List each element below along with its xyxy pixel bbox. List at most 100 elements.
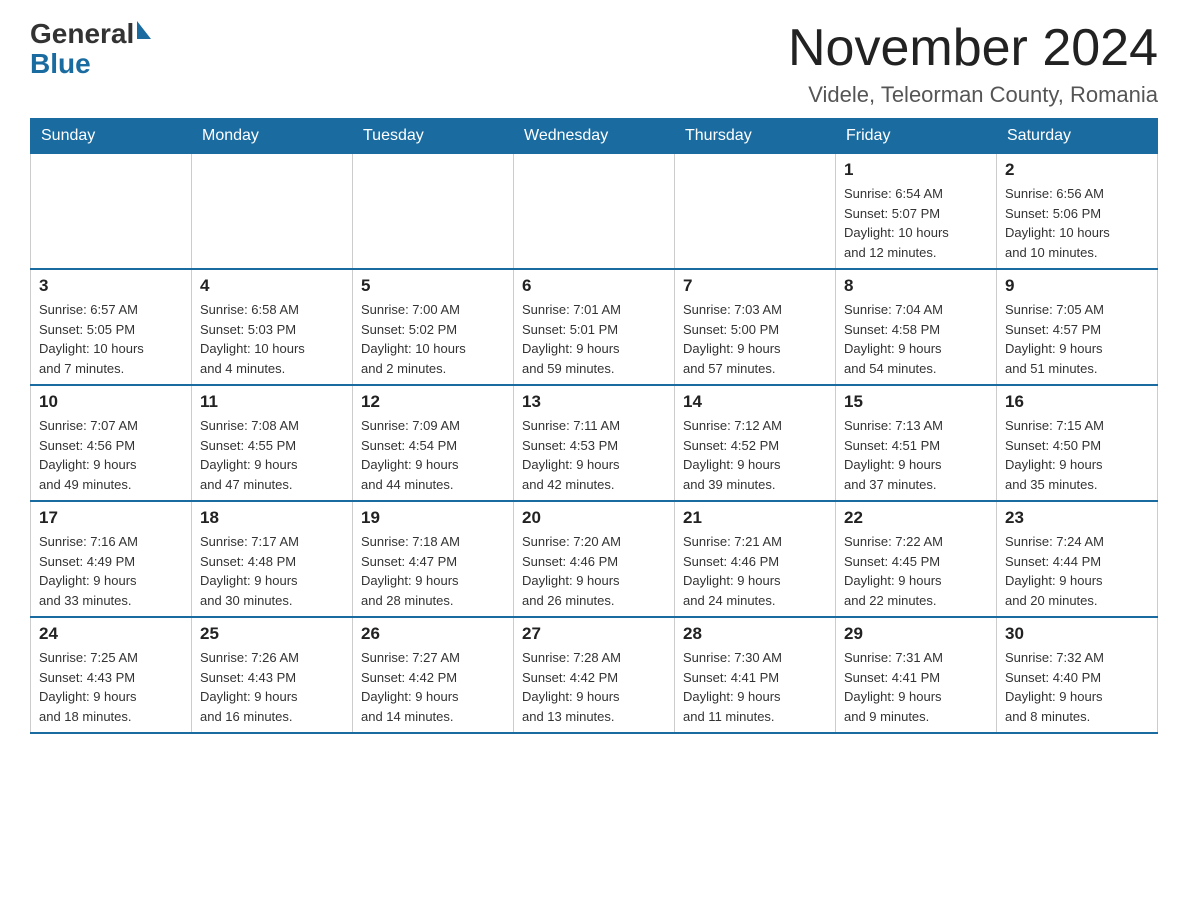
- calendar-cell: 23 Sunrise: 7:24 AM Sunset: 4:44 PM Dayli…: [997, 501, 1158, 617]
- day-number: 9: [1005, 276, 1149, 296]
- calendar-cell: 22 Sunrise: 7:22 AM Sunset: 4:45 PM Dayli…: [836, 501, 997, 617]
- calendar-cell: 17 Sunrise: 7:16 AM Sunset: 4:49 PM Dayli…: [31, 501, 192, 617]
- calendar-cell: 1 Sunrise: 6:54 AM Sunset: 5:07 PM Daylig…: [836, 154, 997, 270]
- day-info: Sunrise: 7:27 AM Sunset: 4:42 PM Dayligh…: [361, 648, 505, 726]
- day-number: 1: [844, 160, 988, 180]
- col-saturday: Saturday: [997, 119, 1158, 154]
- calendar-cell: 19 Sunrise: 7:18 AM Sunset: 4:47 PM Dayli…: [353, 501, 514, 617]
- day-number: 27: [522, 624, 666, 644]
- title-section: November 2024 Videle, Teleorman County, …: [788, 20, 1158, 108]
- day-number: 19: [361, 508, 505, 528]
- calendar-cell: 29Sunrise: 7:31 AM Sunset: 4:41 PM Dayli…: [836, 617, 997, 733]
- calendar-cell: 26 Sunrise: 7:27 AM Sunset: 4:42 PM Dayli…: [353, 617, 514, 733]
- day-number: 14: [683, 392, 827, 412]
- day-info: Sunrise: 7:12 AM Sunset: 4:52 PM Dayligh…: [683, 416, 827, 494]
- calendar-cell: 18 Sunrise: 7:17 AM Sunset: 4:48 PM Dayli…: [192, 501, 353, 617]
- week-row-4: 17 Sunrise: 7:16 AM Sunset: 4:49 PM Dayli…: [31, 501, 1158, 617]
- day-number: 16: [1005, 392, 1149, 412]
- col-sunday: Sunday: [31, 119, 192, 154]
- day-number: 10: [39, 392, 183, 412]
- day-number: 15: [844, 392, 988, 412]
- day-number: 18: [200, 508, 344, 528]
- logo: General Blue: [30, 20, 151, 80]
- day-number: 12: [361, 392, 505, 412]
- calendar-cell: 14 Sunrise: 7:12 AM Sunset: 4:52 PM Dayli…: [675, 385, 836, 501]
- day-info: Sunrise: 7:03 AM Sunset: 5:00 PM Dayligh…: [683, 300, 827, 378]
- calendar-cell: [192, 154, 353, 270]
- day-info: Sunrise: 7:16 AM Sunset: 4:49 PM Dayligh…: [39, 532, 183, 610]
- calendar-cell: 2 Sunrise: 6:56 AM Sunset: 5:06 PM Daylig…: [997, 154, 1158, 270]
- day-info: Sunrise: 7:18 AM Sunset: 4:47 PM Dayligh…: [361, 532, 505, 610]
- day-info: Sunrise: 7:01 AM Sunset: 5:01 PM Dayligh…: [522, 300, 666, 378]
- calendar-cell: 8Sunrise: 7:04 AM Sunset: 4:58 PM Daylig…: [836, 269, 997, 385]
- calendar-cell: 30Sunrise: 7:32 AM Sunset: 4:40 PM Dayli…: [997, 617, 1158, 733]
- day-number: 8: [844, 276, 988, 296]
- calendar-cell: 16 Sunrise: 7:15 AM Sunset: 4:50 PM Dayli…: [997, 385, 1158, 501]
- calendar-cell: [31, 154, 192, 270]
- calendar-cell: [353, 154, 514, 270]
- day-number: 11: [200, 392, 344, 412]
- calendar-cell: 5Sunrise: 7:00 AM Sunset: 5:02 PM Daylig…: [353, 269, 514, 385]
- calendar-cell: 21Sunrise: 7:21 AM Sunset: 4:46 PM Dayli…: [675, 501, 836, 617]
- day-info: Sunrise: 6:54 AM Sunset: 5:07 PM Dayligh…: [844, 184, 988, 262]
- calendar-cell: 11Sunrise: 7:08 AM Sunset: 4:55 PM Dayli…: [192, 385, 353, 501]
- logo-general-text: General: [30, 20, 134, 48]
- day-number: 17: [39, 508, 183, 528]
- day-number: 29: [844, 624, 988, 644]
- day-info: Sunrise: 7:11 AM Sunset: 4:53 PM Dayligh…: [522, 416, 666, 494]
- month-title: November 2024: [788, 20, 1158, 77]
- location-subtitle: Videle, Teleorman County, Romania: [788, 82, 1158, 108]
- day-number: 25: [200, 624, 344, 644]
- calendar-cell: 6 Sunrise: 7:01 AM Sunset: 5:01 PM Daylig…: [514, 269, 675, 385]
- day-number: 3: [39, 276, 183, 296]
- calendar-table: Sunday Monday Tuesday Wednesday Thursday…: [30, 118, 1158, 734]
- day-number: 24: [39, 624, 183, 644]
- calendar-cell: 25 Sunrise: 7:26 AM Sunset: 4:43 PM Dayli…: [192, 617, 353, 733]
- day-number: 13: [522, 392, 666, 412]
- calendar-cell: 4 Sunrise: 6:58 AM Sunset: 5:03 PM Daylig…: [192, 269, 353, 385]
- day-info: Sunrise: 7:24 AM Sunset: 4:44 PM Dayligh…: [1005, 532, 1149, 610]
- calendar-cell: 7 Sunrise: 7:03 AM Sunset: 5:00 PM Daylig…: [675, 269, 836, 385]
- day-number: 20: [522, 508, 666, 528]
- day-info: Sunrise: 7:05 AM Sunset: 4:57 PM Dayligh…: [1005, 300, 1149, 378]
- day-number: 4: [200, 276, 344, 296]
- day-number: 7: [683, 276, 827, 296]
- week-row-2: 3 Sunrise: 6:57 AM Sunset: 5:05 PM Daylig…: [31, 269, 1158, 385]
- col-wednesday: Wednesday: [514, 119, 675, 154]
- calendar-cell: 27 Sunrise: 7:28 AM Sunset: 4:42 PM Dayli…: [514, 617, 675, 733]
- calendar-header-row: Sunday Monday Tuesday Wednesday Thursday…: [31, 119, 1158, 154]
- col-friday: Friday: [836, 119, 997, 154]
- day-info: Sunrise: 7:09 AM Sunset: 4:54 PM Dayligh…: [361, 416, 505, 494]
- day-number: 6: [522, 276, 666, 296]
- calendar-cell: 12 Sunrise: 7:09 AM Sunset: 4:54 PM Dayli…: [353, 385, 514, 501]
- day-info: Sunrise: 6:57 AM Sunset: 5:05 PM Dayligh…: [39, 300, 183, 378]
- day-info: Sunrise: 6:58 AM Sunset: 5:03 PM Dayligh…: [200, 300, 344, 378]
- week-row-5: 24Sunrise: 7:25 AM Sunset: 4:43 PM Dayli…: [31, 617, 1158, 733]
- col-tuesday: Tuesday: [353, 119, 514, 154]
- week-row-3: 10Sunrise: 7:07 AM Sunset: 4:56 PM Dayli…: [31, 385, 1158, 501]
- col-monday: Monday: [192, 119, 353, 154]
- day-info: Sunrise: 7:17 AM Sunset: 4:48 PM Dayligh…: [200, 532, 344, 610]
- calendar-cell: 28Sunrise: 7:30 AM Sunset: 4:41 PM Dayli…: [675, 617, 836, 733]
- day-number: 26: [361, 624, 505, 644]
- calendar-cell: 10Sunrise: 7:07 AM Sunset: 4:56 PM Dayli…: [31, 385, 192, 501]
- day-number: 23: [1005, 508, 1149, 528]
- calendar-cell: 24Sunrise: 7:25 AM Sunset: 4:43 PM Dayli…: [31, 617, 192, 733]
- calendar-cell: 20Sunrise: 7:20 AM Sunset: 4:46 PM Dayli…: [514, 501, 675, 617]
- calendar-cell: 13 Sunrise: 7:11 AM Sunset: 4:53 PM Dayli…: [514, 385, 675, 501]
- day-number: 22: [844, 508, 988, 528]
- header: General Blue November 2024 Videle, Teleo…: [30, 20, 1158, 108]
- calendar-cell: [675, 154, 836, 270]
- logo-arrow-icon: [137, 21, 151, 39]
- calendar-cell: 15Sunrise: 7:13 AM Sunset: 4:51 PM Dayli…: [836, 385, 997, 501]
- logo-blue-text: Blue: [30, 48, 91, 80]
- day-info: Sunrise: 7:26 AM Sunset: 4:43 PM Dayligh…: [200, 648, 344, 726]
- day-number: 5: [361, 276, 505, 296]
- day-info: Sunrise: 7:32 AM Sunset: 4:40 PM Dayligh…: [1005, 648, 1149, 726]
- day-info: Sunrise: 6:56 AM Sunset: 5:06 PM Dayligh…: [1005, 184, 1149, 262]
- day-number: 28: [683, 624, 827, 644]
- day-number: 2: [1005, 160, 1149, 180]
- day-info: Sunrise: 7:28 AM Sunset: 4:42 PM Dayligh…: [522, 648, 666, 726]
- day-info: Sunrise: 7:15 AM Sunset: 4:50 PM Dayligh…: [1005, 416, 1149, 494]
- day-info: Sunrise: 7:22 AM Sunset: 4:45 PM Dayligh…: [844, 532, 988, 610]
